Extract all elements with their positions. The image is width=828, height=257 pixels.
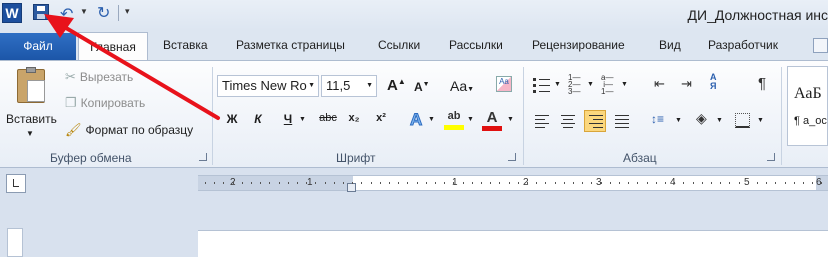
annotation-arrow <box>44 14 220 120</box>
